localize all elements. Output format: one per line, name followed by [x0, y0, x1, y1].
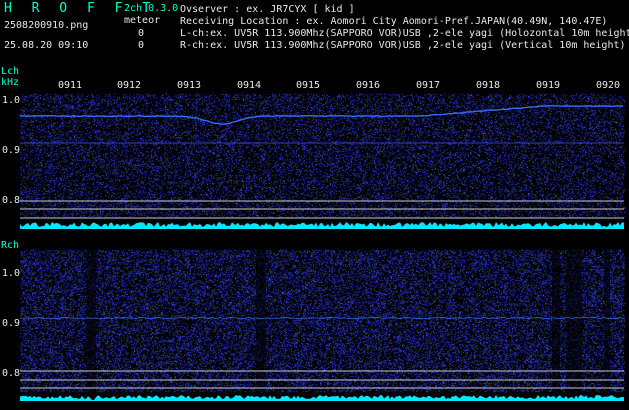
lch-label: Lch [1, 66, 20, 77]
time-tick: 0914 [237, 80, 262, 91]
time-tick: 0913 [177, 80, 202, 91]
time-tick: 0918 [476, 80, 501, 91]
time-tick: 0917 [416, 80, 441, 91]
spectrogram-canvas [19, 93, 626, 401]
rch-level-meter [20, 395, 624, 401]
freq-tick: 0.8 [2, 195, 21, 206]
hrofft-window: { "header": { "app_name": "H R O F F T",… [0, 0, 629, 410]
time-tick: 0912 [117, 80, 142, 91]
lch-level-meter [20, 222, 624, 229]
time-tick: 0919 [536, 80, 561, 91]
freq-tick: 1.0 [2, 268, 21, 279]
time-tick: 0915 [296, 80, 321, 91]
rch-label: Rch [1, 240, 20, 251]
freq-tick: 1.0 [2, 95, 21, 106]
time-tick: 0916 [356, 80, 381, 91]
lch-unit-label: kHz [1, 77, 20, 88]
time-tick: 0920 [596, 80, 621, 91]
freq-tick: 0.8 [2, 368, 21, 379]
freq-tick: 0.9 [2, 145, 21, 156]
freq-tick: 0.9 [2, 318, 21, 329]
time-tick: 0911 [58, 80, 83, 91]
